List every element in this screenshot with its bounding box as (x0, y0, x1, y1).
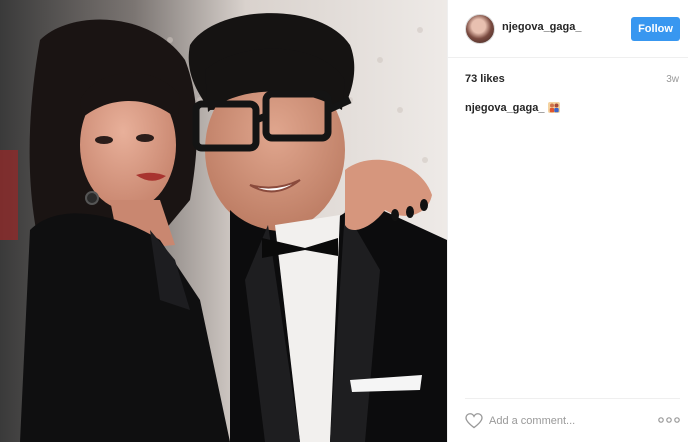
caption: njegova_gaga_ (465, 102, 561, 114)
post-photo[interactable] (0, 0, 447, 442)
comment-bar (465, 398, 680, 442)
more-options-icon[interactable] (658, 415, 680, 425)
comment-input[interactable] (489, 411, 619, 431)
likes-count[interactable]: 73 likes (465, 73, 505, 85)
couple-emoji-icon (548, 102, 561, 113)
post-sidebar: njegova_gaga_ Follow 73 likes 3w njegova… (447, 0, 688, 442)
avatar[interactable] (465, 14, 495, 44)
post-photo-illustration (0, 0, 447, 442)
heart-outline-icon[interactable] (465, 413, 483, 429)
post-time[interactable]: 3w (666, 74, 679, 85)
post-header: njegova_gaga_ Follow (448, 0, 688, 58)
follow-button[interactable]: Follow (631, 17, 680, 41)
caption-username[interactable]: njegova_gaga_ (465, 102, 544, 114)
header-username[interactable]: njegova_gaga_ (502, 21, 581, 33)
